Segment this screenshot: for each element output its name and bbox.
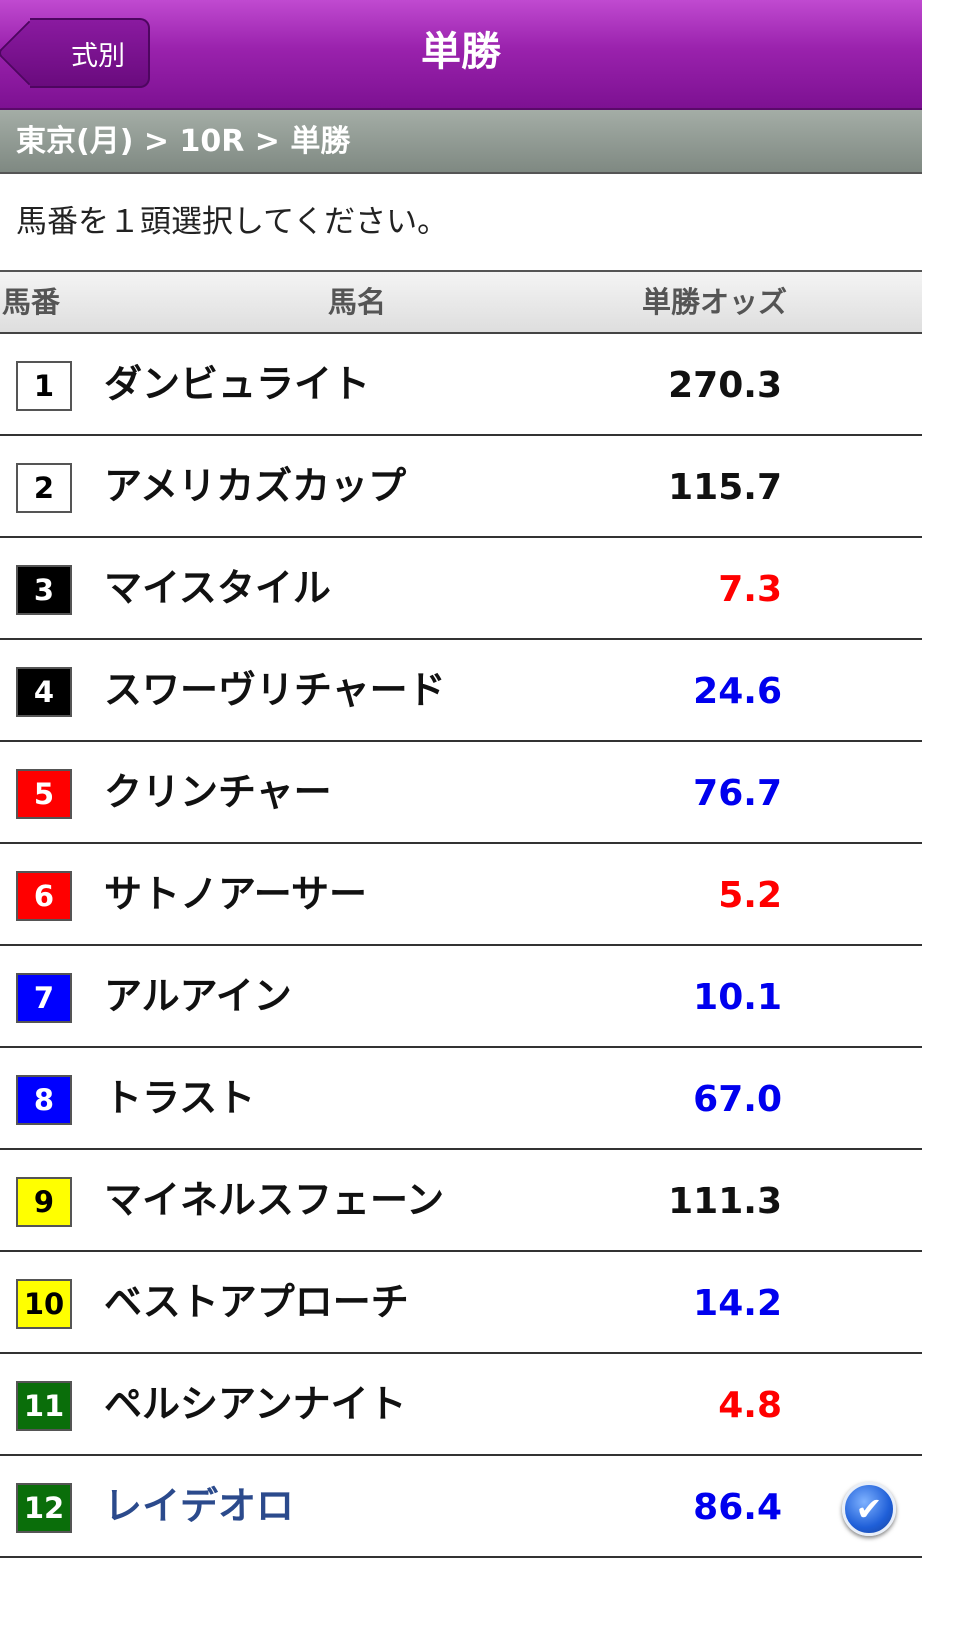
win-odds: 111.3 xyxy=(668,1181,782,1222)
horse-row[interactable]: 6 サトノアーサー 5.2 xyxy=(0,844,922,946)
horse-number-badge: 11 xyxy=(16,1381,72,1431)
horse-row[interactable]: 12 レイデオロ 86.4 ✔ xyxy=(0,1456,922,1558)
horse-number-badge: 12 xyxy=(16,1483,72,1533)
win-odds: 14.2 xyxy=(693,1283,782,1324)
horse-name: レイデオロ xyxy=(104,1484,295,1528)
win-odds: 10.1 xyxy=(693,977,782,1018)
horse-row[interactable]: 8 トラスト 67.0 xyxy=(0,1048,922,1150)
horse-number-badge: 2 xyxy=(16,463,72,513)
horse-row[interactable]: 3 マイスタイル 7.3 xyxy=(0,538,922,640)
win-odds: 76.7 xyxy=(693,773,782,814)
horse-number-badge: 6 xyxy=(16,871,72,921)
horse-row[interactable]: 9 マイネルスフェーン 111.3 xyxy=(0,1150,922,1252)
header-horse-name: 馬名 xyxy=(328,285,387,319)
horse-row[interactable]: 5 クリンチャー 76.7 xyxy=(0,742,922,844)
horse-name: クリンチャー xyxy=(104,770,332,814)
horse-row[interactable]: 2 アメリカズカップ 115.7 xyxy=(0,436,922,538)
win-odds: 86.4 xyxy=(693,1487,782,1528)
win-odds: 115.7 xyxy=(668,467,782,508)
horse-row[interactable]: 4 スワーヴリチャード 24.6 xyxy=(0,640,922,742)
horse-number-badge: 3 xyxy=(16,565,72,615)
instruction-text: 馬番を１頭選択してください。 xyxy=(16,204,449,240)
win-odds: 67.0 xyxy=(693,1079,782,1120)
horse-number-badge: 9 xyxy=(16,1177,72,1227)
horse-name: ダンビュライト xyxy=(104,362,371,406)
win-odds: 7.3 xyxy=(718,569,782,610)
win-odds: 24.6 xyxy=(693,671,782,712)
back-button-wrap: 式別 xyxy=(26,0,166,108)
horse-name: スワーヴリチャード xyxy=(104,668,446,712)
horse-number-badge: 7 xyxy=(16,973,72,1023)
horse-name: サトノアーサー xyxy=(104,872,367,916)
checkmark-icon: ✔ xyxy=(842,1482,896,1536)
horse-name: アメリカズカップ xyxy=(104,464,407,508)
horse-number-badge: 10 xyxy=(16,1279,72,1329)
header-horse-number: 馬番 xyxy=(2,285,61,319)
win-odds: 5.2 xyxy=(718,875,782,916)
horse-row[interactable]: 10 ベストアプローチ 14.2 xyxy=(0,1252,922,1354)
horse-name: マイスタイル xyxy=(104,566,331,610)
win-odds: 4.8 xyxy=(718,1385,782,1426)
back-button[interactable]: 式別 xyxy=(30,18,150,88)
header-win-odds: 単勝オッズ xyxy=(642,285,788,319)
horse-list: 1 ダンビュライト 270.3 2 アメリカズカップ 115.7 3 マイスタイル 7.3 4 スワ… xyxy=(0,334,922,1558)
horse-row[interactable]: 7 アルアイン 10.1 xyxy=(0,946,922,1048)
screen: 式別 単勝 東京(月) > 10R > 単勝 馬番を１頭選択してください。 馬番… xyxy=(0,0,922,1645)
table-header: 馬番 馬名 単勝オッズ xyxy=(0,272,922,334)
horse-name: ペルシアンナイト xyxy=(104,1382,407,1426)
horse-number-badge: 5 xyxy=(16,769,72,819)
horse-row[interactable]: 11 ペルシアンナイト 4.8 xyxy=(0,1354,922,1456)
horse-number-badge: 8 xyxy=(16,1075,72,1125)
win-odds: 270.3 xyxy=(668,365,782,406)
horse-name: ベストアプローチ xyxy=(104,1280,409,1324)
horse-name: マイネルスフェーン xyxy=(104,1178,445,1222)
horse-number-badge: 1 xyxy=(16,361,72,411)
horse-name: アルアイン xyxy=(104,974,292,1018)
horse-name: トラスト xyxy=(104,1076,256,1120)
back-button-label: 式別 xyxy=(71,40,125,72)
horse-row[interactable]: 1 ダンビュライト 270.3 xyxy=(0,334,922,436)
horse-number-badge: 4 xyxy=(16,667,72,717)
breadcrumb: 東京(月) > 10R > 単勝 xyxy=(0,110,922,174)
nav-bar: 式別 単勝 xyxy=(0,0,922,110)
